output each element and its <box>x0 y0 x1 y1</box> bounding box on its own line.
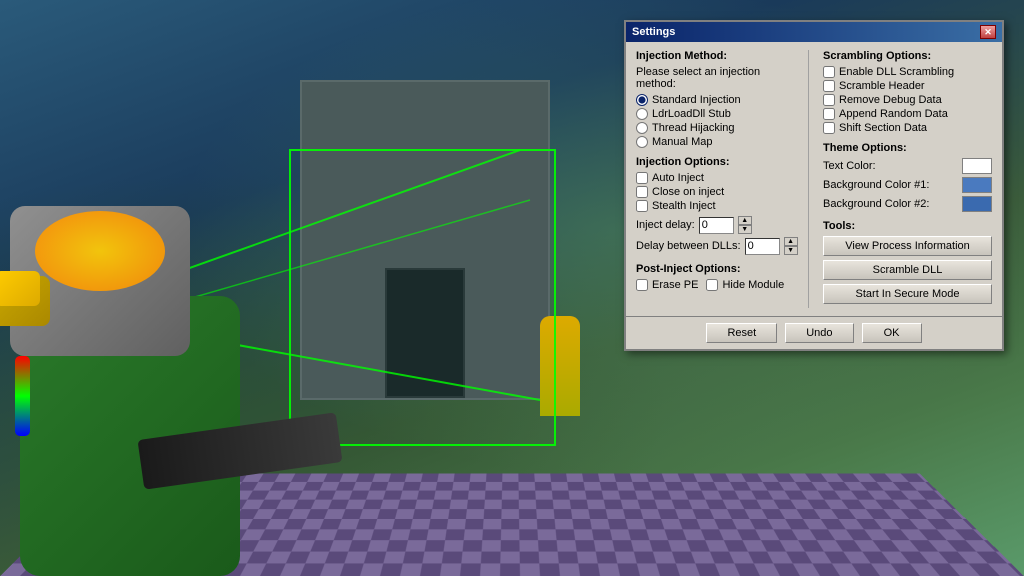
theme-options-section: Theme Options: Text Color: Background Co… <box>823 142 992 212</box>
right-column: Scrambling Options: Enable DLL Scramblin… <box>819 50 992 308</box>
cb-auto-inject[interactable]: Auto Inject <box>636 172 800 184</box>
left-column: Injection Method: Please select an injec… <box>636 50 809 308</box>
secure-mode-button[interactable]: Start In Secure Mode <box>823 284 992 304</box>
bg-color2-label: Background Color #2: <box>823 198 958 210</box>
injection-method-section: Injection Method: Please select an injec… <box>636 50 800 148</box>
cb-shift-section-label: Shift Section Data <box>839 122 927 134</box>
dialog-title: Settings <box>632 26 675 38</box>
cb-enable-scrambling-input[interactable] <box>823 66 835 78</box>
radio-manual-input[interactable] <box>636 136 648 148</box>
delay-between-row: Delay between DLLs: ▲ ▼ <box>636 237 800 255</box>
cb-remove-debug-input[interactable] <box>823 94 835 106</box>
undo-button[interactable]: Undo <box>785 323 853 343</box>
injection-options-checkboxes: Auto Inject Close on inject Stealth Inje… <box>636 172 800 212</box>
text-color-label: Text Color: <box>823 160 958 172</box>
cb-scramble-header-input[interactable] <box>823 80 835 92</box>
radio-manual-label: Manual Map <box>652 136 713 148</box>
cb-append-random[interactable]: Append Random Data <box>823 108 992 120</box>
radio-manual[interactable]: Manual Map <box>636 136 800 148</box>
tools-label: Tools: <box>823 220 992 232</box>
scrambling-options-label: Scrambling Options: <box>823 50 992 62</box>
cb-stealth-inject-input[interactable] <box>636 200 648 212</box>
game-building <box>300 80 550 400</box>
cb-enable-scrambling[interactable]: Enable DLL Scrambling <box>823 66 992 78</box>
inject-delay-down[interactable]: ▼ <box>738 225 752 234</box>
radio-standard-label: Standard Injection <box>652 94 741 106</box>
cb-enable-scrambling-label: Enable DLL Scrambling <box>839 66 954 78</box>
radio-thread[interactable]: Thread Hijacking <box>636 122 800 134</box>
injection-method-options: Standard Injection LdrLoadDll Stub Threa… <box>636 94 800 148</box>
injection-method-sublabel: Please select an injection method: <box>636 66 800 90</box>
tools-section: Tools: View Process Information Scramble… <box>823 220 992 304</box>
cb-stealth-inject[interactable]: Stealth Inject <box>636 200 800 212</box>
delay-between-spinner: ▲ ▼ <box>784 237 798 255</box>
inject-delay-spinner: ▲ ▼ <box>738 216 752 234</box>
post-inject-checkboxes: Erase PE Hide Module <box>636 279 800 291</box>
cb-hide-module-label: Hide Module <box>722 279 784 291</box>
cb-erase-pe-label: Erase PE <box>652 279 698 291</box>
settings-dialog: Settings ✕ Injection Method: Please sele… <box>624 20 1004 351</box>
cb-append-random-label: Append Random Data <box>839 108 948 120</box>
dialog-content: Injection Method: Please select an injec… <box>626 42 1002 316</box>
delay-between-up[interactable]: ▲ <box>784 237 798 246</box>
inject-delay-row: Inject delay: ▲ ▼ <box>636 216 800 234</box>
game-door <box>385 268 465 398</box>
cb-shift-section-input[interactable] <box>823 122 835 134</box>
bg-color1-label: Background Color #1: <box>823 179 958 191</box>
radio-thread-label: Thread Hijacking <box>652 122 735 134</box>
cb-remove-debug-label: Remove Debug Data <box>839 94 942 106</box>
cb-append-random-input[interactable] <box>823 108 835 120</box>
text-color-swatch[interactable] <box>962 158 992 174</box>
cb-scramble-header[interactable]: Scramble Header <box>823 80 992 92</box>
cb-hide-module-input[interactable] <box>706 279 718 291</box>
radio-ldrload-input[interactable] <box>636 108 648 120</box>
injection-options-section: Injection Options: Auto Inject Close on … <box>636 156 800 255</box>
inject-delay-label: Inject delay: <box>636 219 695 231</box>
radio-standard-input[interactable] <box>636 94 648 106</box>
yellow-figure <box>540 316 580 416</box>
radio-ldrload-label: LdrLoadDll Stub <box>652 108 731 120</box>
ok-button[interactable]: OK <box>862 323 922 343</box>
radio-ldrload[interactable]: LdrLoadDll Stub <box>636 108 800 120</box>
cb-erase-pe-input[interactable] <box>636 279 648 291</box>
scrambling-options-section: Scrambling Options: Enable DLL Scramblin… <box>823 50 992 134</box>
injection-options-label: Injection Options: <box>636 156 800 168</box>
cb-scramble-header-label: Scramble Header <box>839 80 925 92</box>
game-floor <box>0 474 1024 576</box>
inject-delay-up[interactable]: ▲ <box>738 216 752 225</box>
theme-options-label: Theme Options: <box>823 142 992 154</box>
cb-close-on-inject-input[interactable] <box>636 186 648 198</box>
cb-remove-debug[interactable]: Remove Debug Data <box>823 94 992 106</box>
scrambling-checkboxes: Enable DLL Scrambling Scramble Header Re… <box>823 66 992 134</box>
bg-color2-row: Background Color #2: <box>823 196 992 212</box>
cb-close-on-inject-label: Close on inject <box>652 186 724 198</box>
bg-color2-swatch[interactable] <box>962 196 992 212</box>
injection-method-label: Injection Method: <box>636 50 800 62</box>
cb-auto-inject-input[interactable] <box>636 172 648 184</box>
cb-auto-inject-label: Auto Inject <box>652 172 704 184</box>
view-process-button[interactable]: View Process Information <box>823 236 992 256</box>
cb-erase-pe[interactable]: Erase PE <box>636 279 698 291</box>
text-color-row: Text Color: <box>823 158 992 174</box>
radio-standard[interactable]: Standard Injection <box>636 94 800 106</box>
dialog-titlebar: Settings ✕ <box>626 22 1002 42</box>
post-inject-label: Post-Inject Options: <box>636 263 800 275</box>
cb-close-on-inject[interactable]: Close on inject <box>636 186 800 198</box>
post-inject-section: Post-Inject Options: Erase PE Hide Modul… <box>636 263 800 291</box>
delay-between-down[interactable]: ▼ <box>784 246 798 255</box>
reset-button[interactable]: Reset <box>706 323 777 343</box>
cb-shift-section[interactable]: Shift Section Data <box>823 122 992 134</box>
dialog-close-button[interactable]: ✕ <box>980 25 996 39</box>
delay-between-label: Delay between DLLs: <box>636 240 741 252</box>
inject-delay-input[interactable] <box>699 217 734 234</box>
cb-hide-module[interactable]: Hide Module <box>706 279 784 291</box>
delay-between-input[interactable] <box>745 238 780 255</box>
dialog-footer: Reset Undo OK <box>626 316 1002 349</box>
radio-thread-input[interactable] <box>636 122 648 134</box>
bg-color1-row: Background Color #1: <box>823 177 992 193</box>
bg-color1-swatch[interactable] <box>962 177 992 193</box>
scramble-dll-button[interactable]: Scramble DLL <box>823 260 992 280</box>
cb-stealth-inject-label: Stealth Inject <box>652 200 716 212</box>
